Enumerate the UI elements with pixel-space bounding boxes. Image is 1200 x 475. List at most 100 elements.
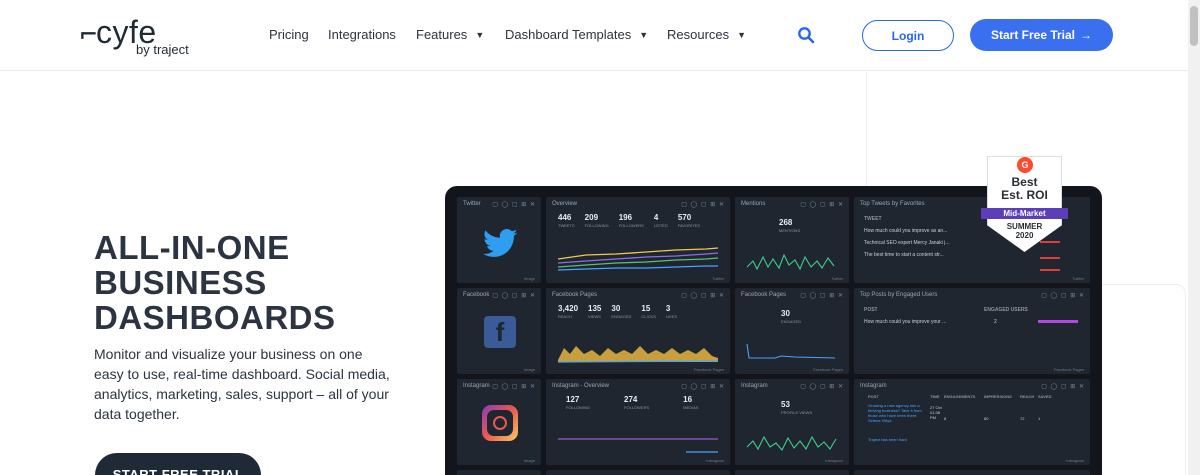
value-bar (1038, 320, 1078, 323)
table-cell: How much could you improve your ... (864, 319, 947, 325)
badge-line: 2020 (1015, 231, 1034, 240)
header-divider (0, 70, 1188, 71)
widget-partial (457, 470, 541, 475)
nav-resources[interactable]: Resources ▼ (667, 27, 746, 42)
table-cell: The best time to start a content str... (864, 252, 944, 258)
logo-mark: ⌐ (80, 18, 97, 51)
nav-integrations[interactable]: Integrations (328, 27, 396, 42)
table-cell: How much could you improve as an... (864, 228, 948, 234)
badge-line: SUMMER (1006, 222, 1043, 231)
widget-footer: Facebook Pages (812, 367, 843, 372)
widget-facebook-pages-engaged: Facebook Pages ▢ ◯ ▢ ⊞ ✕ 30 ENGAGED Faceb… (735, 288, 849, 374)
series-line (746, 343, 836, 359)
hero-title-line: ALL-IN-ONE (94, 229, 290, 266)
badge-line: Est. ROI (1001, 188, 1048, 202)
scrollbar-thumb[interactable] (1190, 6, 1198, 46)
table-row[interactable]: Technical SEO expert Mercy Janaki j... (864, 237, 950, 249)
value-bar (1040, 269, 1060, 271)
facebook-icon: f (484, 316, 516, 348)
widget-facebook-pages: Facebook Pages ▢ ◯ ▢ ⊞ ✕ 3,420 REACH 135 V… (546, 288, 730, 374)
logo-subtitle: by traject (136, 42, 189, 57)
widget-instagram-profile-views: Instagram ▢ ◯ ▢ ⊞ ✕ 53 PROFILE VIEWS Inst… (735, 379, 849, 465)
background-card-outline (1094, 284, 1186, 475)
table-header: POST TIME ENGAGEMENTS IMPRESSIONS REACH … (868, 394, 1083, 399)
widget-footer: Twitter (1072, 276, 1084, 281)
chevron-down-icon: ▼ (639, 29, 649, 40)
widget-partial (735, 470, 849, 475)
table-header-cell: POST (868, 394, 879, 399)
hero-description: Monitor and visualize your business on o… (94, 346, 390, 422)
widget-footer: Image (523, 458, 535, 463)
badge-ribbon: Mid-Market (981, 208, 1068, 219)
value-bar (1040, 257, 1060, 259)
series-line (746, 435, 837, 451)
widget-instagram: Instagram ▢ ◯ ▢ ⊞ ✕ Image (457, 379, 541, 465)
table-header-cell: IMPRESSIONS (984, 394, 1012, 399)
widget-controls[interactable]: ▢ ◯ ▢ ⊞ ✕ (1041, 383, 1085, 390)
widget-top-posts: Top Posts by Engaged Users ▢ ◯ ▢ ⊞ ✕ POS… (854, 288, 1090, 374)
search-icon[interactable] (797, 26, 815, 44)
widget-title: Top Posts by Engaged Users (860, 292, 938, 298)
background-line (866, 72, 867, 192)
widget-title: Top Tweets by Favorites (860, 201, 925, 207)
hero-title: ALL-IN-ONE BUSINESS DASHBOARDS (94, 230, 414, 335)
hero-cta-label: START FREE TRIAL (112, 467, 244, 475)
table-cell: 80 (984, 416, 989, 421)
widget-footer: Instagram (825, 458, 843, 463)
widget-title: Facebook (463, 292, 490, 298)
nav-features-label: Features (416, 27, 468, 42)
table-header: POST ENGAGED USERS (864, 304, 1028, 316)
series-line (557, 252, 719, 264)
table-row[interactable]: The best time to start a content str... (864, 249, 950, 261)
widget-controls[interactable]: ▢ ◯ ▢ ⊞ ✕ (492, 201, 536, 208)
site-header: ⌐ cyfe by traject Pricing Integrations F… (0, 0, 1188, 70)
widget-title: Instagram (463, 383, 490, 389)
overview-line-chart (557, 247, 719, 271)
table-cell: 72 (1020, 416, 1025, 421)
widget-partial (854, 470, 1090, 475)
table-row[interactable]: How much could you improve as an... (864, 225, 950, 237)
nav-dashboard-templates[interactable]: Dashboard Templates ▼ (505, 27, 648, 42)
table-header: TWEET (864, 216, 882, 222)
widget-instagram-overview: Instagram - Overview ▢ ◯ ▢ ⊞ ✕ 127 FOLLOW… (546, 379, 730, 465)
series-line (746, 253, 835, 271)
twitter-icon (483, 229, 518, 257)
table-cell: Growing a new agency into a thriving bus… (868, 403, 922, 423)
widget-title: Instagram (860, 383, 887, 389)
widget-controls[interactable]: ▢ ◯ ▢ ⊞ ✕ (492, 383, 536, 390)
nav-features[interactable]: Features ▼ (416, 27, 484, 42)
series-line (557, 257, 719, 268)
nav-dashboard-templates-label: Dashboard Templates (505, 27, 632, 42)
start-free-trial-label: Start Free Trial (990, 28, 1076, 42)
table-row[interactable]: How much could you improve your ... 2 (864, 316, 1028, 328)
widget-title: Twitter (463, 201, 481, 207)
table-row[interactable]: Traject has been hard (868, 437, 907, 442)
widget-footer: Instagram (706, 458, 724, 463)
widget-instagram-posts: Instagram ▢ ◯ ▢ ⊞ ✕ POST TIME ENGAGEMENT… (854, 379, 1090, 465)
widget-controls[interactable]: ▢ ◯ ▢ ⊞ ✕ (492, 292, 536, 299)
login-button[interactable]: Login (862, 20, 954, 51)
top-tweets-table: TWEET How much could you improve as an..… (864, 213, 950, 261)
table-header-cell: REACH (1020, 394, 1035, 399)
facebook-area-chart (557, 346, 719, 363)
page-scrollbar[interactable] (1188, 0, 1200, 475)
table-header-cell: ENGAGEMENTS (944, 394, 976, 399)
widget-controls[interactable]: ▢ ◯ ▢ ⊞ ✕ (1041, 292, 1085, 299)
table-row[interactable]: Growing a new agency into a thriving bus… (868, 403, 1083, 423)
cyfe-logo[interactable]: ⌐ cyfe by traject (80, 12, 210, 60)
chevron-down-icon: ▼ (737, 29, 747, 40)
hero-start-free-trial-button[interactable]: START FREE TRIAL (95, 453, 261, 475)
start-free-trial-button[interactable]: Start Free Trial → (970, 19, 1113, 51)
nav-integrations-label: Integrations (328, 27, 396, 42)
nav-pricing[interactable]: Pricing (269, 27, 309, 42)
page: ⌐ cyfe by traject Pricing Integrations F… (0, 0, 1200, 475)
hero-title-line: BUSINESS (94, 264, 267, 301)
area-series (558, 346, 718, 362)
arrow-right-icon: → (1080, 28, 1093, 42)
widget-footer: Image (523, 276, 535, 281)
table-cell: 2 (994, 319, 997, 325)
widget-facebook: Facebook ▢ ◯ ▢ ⊞ ✕ f Image (457, 288, 541, 374)
widget-footer: Twitter (712, 276, 724, 281)
widget-footer: Facebook Pages (693, 367, 724, 372)
widget-footer: Facebook Pages (1053, 367, 1084, 372)
